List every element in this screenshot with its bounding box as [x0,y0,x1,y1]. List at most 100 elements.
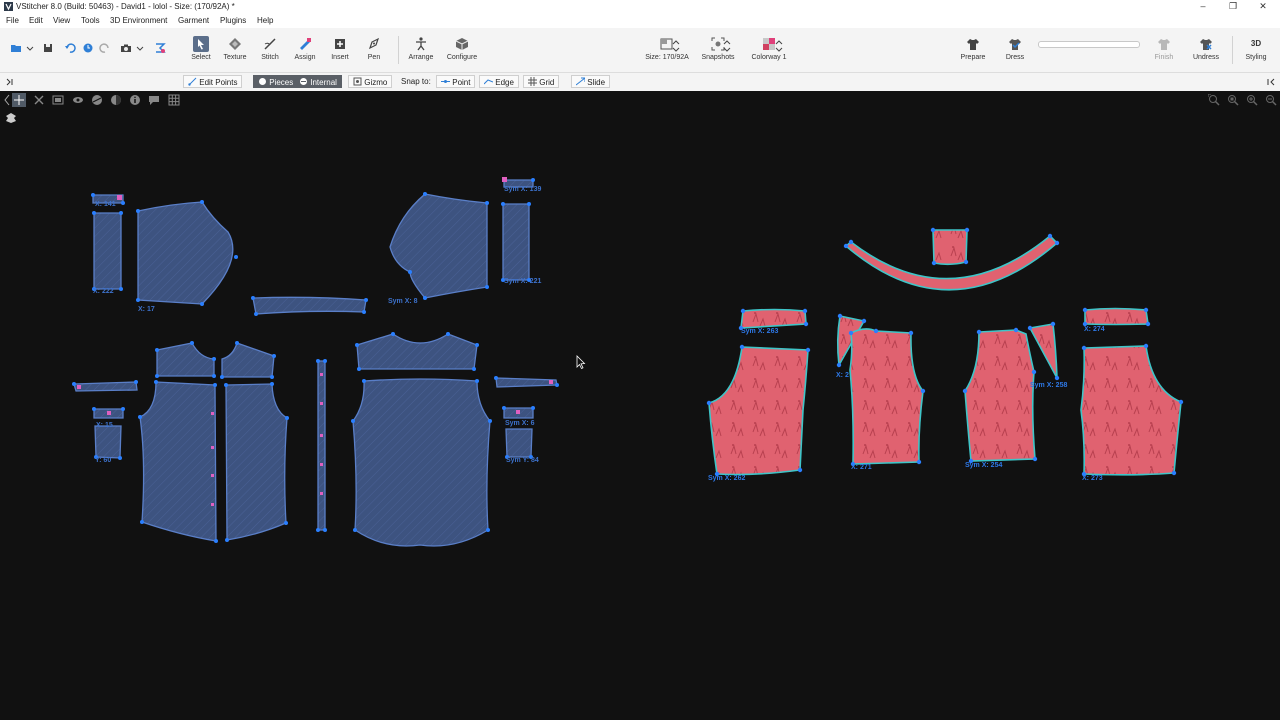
history-icon[interactable] [82,42,94,54]
restore-button[interactable]: ❐ [1218,0,1248,14]
simulation-progress-slider[interactable] [1038,41,1140,48]
stitch-tool-button[interactable]: Stitch [250,36,290,61]
pieces-label: Pieces [269,78,294,87]
snap-grid-toggle[interactable]: Grid [523,75,560,88]
piece-label-symx139: Sym X: 139 [504,186,541,193]
snap-edge-toggle[interactable]: Edge [479,75,519,88]
open-folder-icon[interactable] [10,42,22,54]
colorway-selector-button[interactable]: Colorway 1 [746,36,792,61]
size-stepper-icon[interactable] [672,40,680,52]
piece-label-x271: X: 271 [851,464,872,471]
menu-garment[interactable]: Garment [178,16,209,26]
finish-button[interactable]: Finish [1144,36,1184,61]
menu-tools[interactable]: Tools [81,16,100,26]
dress-button[interactable]: Dress [995,36,1035,61]
dress-shirt-icon [1009,39,1021,50]
assign-tool-button[interactable]: Assign [285,36,325,61]
pattern-piece-sleeve-left[interactable] [137,201,234,305]
piece-label-x141: X: 141 [95,201,116,208]
snapshots-button[interactable]: Snapshots [698,36,738,61]
styling-button[interactable]: 3D Styling [1236,36,1276,61]
snap-to-label: Snap to: [401,77,431,86]
styling-label: Styling [1245,54,1267,61]
menu-edit[interactable]: Edit [29,16,43,26]
slide-toggle[interactable]: Slide [571,75,611,88]
chevron-down-icon[interactable] [26,42,34,54]
menu-help[interactable]: Help [257,16,273,26]
pattern-piece-sleeve-right[interactable] [389,193,488,299]
select-cursor-icon [193,36,209,52]
snapshots-label: Snapshots [701,54,735,61]
configure-button[interactable]: Configure [442,36,482,61]
finish-shirt-icon [1158,39,1170,50]
insert-tool-label: Insert [331,54,349,61]
size-selector-button[interactable]: Size: 170/92A [642,36,692,61]
undo-icon[interactable] [64,42,76,54]
undress-label: Undress [1192,54,1220,61]
pieces-icon [259,78,266,85]
collapse-panel-icon[interactable] [1266,77,1276,87]
colorway-stepper-icon[interactable] [775,40,783,52]
minimize-button[interactable]: – [1188,0,1218,14]
pattern-piece-placket-right[interactable] [502,203,530,281]
close-button[interactable]: ✕ [1248,0,1278,14]
pen-tool-button[interactable]: Pen [354,36,394,61]
pattern-piece-front-leg-outer-left[interactable] [708,346,809,476]
mouse-cursor-icon [576,355,586,370]
pattern-piece-cuff-left[interactable] [73,381,138,392]
pattern-piece-front-right[interactable] [225,383,288,541]
pattern-piece-front-placket[interactable] [317,360,326,531]
edit-points-toggle[interactable]: Edit Points [183,75,243,88]
pattern-canvas[interactable]: X: 141 X: 222 X: 17 Sym X: 8 Sym X: 139 … [0,91,1280,720]
pattern-2d-viewport[interactable]: X: 141 X: 222 X: 17 Sym X: 8 Sym X: 139 … [0,91,1280,720]
gizmo-toggle[interactable]: Gizmo [348,75,393,88]
pattern-piece-yoke-left[interactable] [156,342,215,377]
configure-label: Configure [446,54,478,61]
pattern-piece-back[interactable] [352,378,491,547]
pieces-toggle[interactable]: Pieces [253,75,299,88]
pattern-piece-yoke-right[interactable] [221,342,275,378]
internal-toggle[interactable]: Internal [294,75,342,88]
snapshots-stepper-icon[interactable] [723,40,731,52]
pattern-piece-placket-left[interactable] [93,212,122,290]
undress-button[interactable]: Undress [1186,36,1226,61]
snap-point-toggle[interactable]: Point [436,75,476,88]
save-icon[interactable] [42,42,54,54]
piece-label-pocket-left-y: Y: 60 [95,457,111,464]
configure-cube-icon [455,38,469,50]
menu-view[interactable]: View [53,16,70,26]
pen-tool-label: Pen [367,54,381,61]
pattern-piece-back-leg-right[interactable] [1080,345,1182,476]
pattern-piece-back-yoke[interactable] [356,333,478,370]
prepare-button[interactable]: Prepare [953,36,993,61]
stitch-needle-icon [264,38,276,50]
internal-label: Internal [310,78,337,87]
gizmo-label: Gizmo [364,78,388,87]
menu-file[interactable]: File [6,16,19,26]
snap-point-icon [441,80,450,83]
prepare-shirt-icon [967,39,979,50]
pattern-piece-pocket-right[interactable] [505,428,533,458]
menu-bar: File Edit View Tools 3D Environment Garm… [0,14,1280,28]
pattern-piece-band-left[interactable] [740,308,807,329]
pattern-piece-front-leg-left[interactable] [849,328,924,465]
pattern-piece-pocket-left[interactable] [94,425,122,459]
pattern-piece-band-right[interactable] [1084,307,1149,326]
redo-icon[interactable] [99,42,111,54]
texture-tool-button[interactable]: Texture [215,36,255,61]
expand-panel-icon[interactable] [4,77,14,87]
pattern-piece-waistband[interactable] [252,296,367,315]
pattern-piece-back-patch[interactable] [932,229,968,266]
pattern-piece-cuff-right[interactable] [495,377,558,388]
assign-icon [300,38,311,50]
piece-label-x222: X: 222 [93,288,114,295]
pattern-piece-front-left[interactable] [139,381,217,542]
camera-icon[interactable] [120,42,132,54]
camera-options-chevron-icon[interactable] [136,42,144,54]
piece-label-pocket-left-x: X: 15 [96,422,113,429]
pattern-piece-front-leg-right[interactable] [964,329,1036,462]
arrange-button[interactable]: Arrange [401,36,441,61]
menu-plugins[interactable]: Plugins [220,16,246,26]
menu-3d-environment[interactable]: 3D Environment [110,16,167,26]
plugin-icon[interactable] [154,42,166,54]
